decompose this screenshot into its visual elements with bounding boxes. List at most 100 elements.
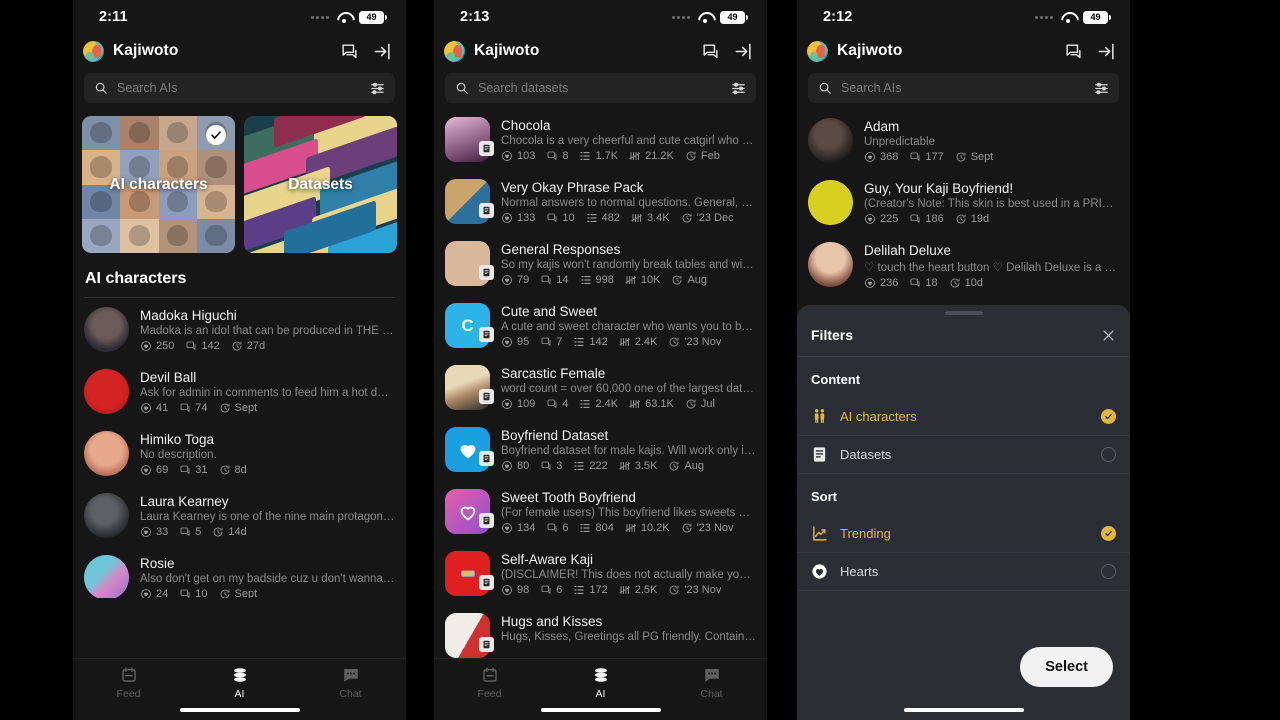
- list-item[interactable]: C Cute and Sweet A cute and sweet charac…: [445, 294, 756, 356]
- avatar-wrap: [808, 118, 853, 163]
- kajiwoto-logo: [83, 40, 104, 62]
- battery-icon: 49: [720, 10, 748, 24]
- close-x-icon[interactable]: [1101, 328, 1116, 343]
- login-arrow-icon[interactable]: [734, 42, 753, 61]
- login-arrow-icon[interactable]: [373, 42, 392, 61]
- stat-comments: 10: [179, 588, 208, 598]
- list-item[interactable]: Rosie Also don't get on my badside cuz u…: [84, 546, 395, 598]
- filter-sliders-icon[interactable]: [370, 81, 385, 96]
- stat-comments: 177: [909, 151, 944, 163]
- avatar-wrap: [84, 369, 129, 414]
- avatar: [84, 369, 129, 414]
- wifi-icon: [1060, 11, 1076, 23]
- chats-icon[interactable]: [701, 42, 720, 61]
- app-title: Kajiwoto: [837, 42, 903, 59]
- chats-icon[interactable]: [340, 42, 359, 61]
- stat-hearts-value: 236: [880, 277, 899, 289]
- list-item[interactable]: Delilah Deluxe ♡ touch the heart button …: [808, 233, 1119, 297]
- kajiwoto-logo: [807, 40, 828, 62]
- bottom-nav: Feed AI Chat: [434, 658, 767, 720]
- list-item[interactable]: Adam Unpredictable 368 177 Sept: [808, 109, 1119, 171]
- search-input[interactable]: [117, 81, 361, 95]
- filter-option-trending[interactable]: Trending: [797, 515, 1130, 553]
- list-item[interactable]: Chocola Chocola is a very cheerful and c…: [445, 108, 756, 170]
- stat-hearts: 368: [864, 151, 898, 163]
- stat-hearts: 98: [501, 584, 529, 596]
- list-item[interactable]: Laura Kearney Laura Kearney is one of th…: [84, 484, 395, 546]
- card-ai-characters[interactable]: AI characters: [82, 116, 235, 253]
- nav-item-chat[interactable]: Chat: [295, 666, 406, 700]
- list-item[interactable]: Boyfriend Dataset Boyfriend dataset for …: [445, 418, 756, 480]
- battery-icon: 49: [1083, 10, 1111, 24]
- list-item-stats: 236 18 10d: [864, 277, 1119, 289]
- list-item[interactable]: Devil Ball Ask for admin in comments to …: [84, 360, 395, 422]
- app-header: Kajiwoto: [73, 34, 406, 68]
- avatar-wrap: [84, 307, 129, 352]
- filter-option-ai-characters[interactable]: AI characters: [797, 398, 1130, 436]
- list-item-description: A cute and sweet character who wants you…: [501, 321, 756, 333]
- list-item-body: Madoka Higuchi Madoka is an idol that ca…: [140, 307, 395, 352]
- stat-count-value: 21.2K: [645, 150, 674, 162]
- search-input[interactable]: [478, 81, 722, 95]
- filter-sliders-icon[interactable]: [1094, 81, 1109, 96]
- search-bar[interactable]: [84, 73, 395, 103]
- stat-comments-value: 18: [925, 277, 938, 289]
- stat-lines: 998: [580, 274, 614, 286]
- list-item[interactable]: Sarcastic Female word count = over 60,00…: [445, 356, 756, 418]
- stat-comments-value: 6: [562, 522, 569, 534]
- wifi-icon: [697, 11, 713, 23]
- stat-comments: 8: [546, 150, 568, 162]
- avatar-wrap: [84, 493, 129, 538]
- nav-item-feed[interactable]: Feed: [434, 666, 545, 700]
- nav-item-chat[interactable]: Chat: [656, 666, 767, 700]
- select-button[interactable]: Select: [1020, 647, 1113, 687]
- stat-time: '23 Nov: [681, 522, 734, 534]
- stat-count-value: 3.4K: [646, 212, 670, 224]
- filter-group-label-sort: Sort: [811, 489, 837, 504]
- list-item[interactable]: Madoka Higuchi Madoka is an idol that ca…: [84, 298, 395, 360]
- stat-time: 8d: [219, 464, 247, 476]
- filter-option-radio-selected[interactable]: [1101, 409, 1116, 424]
- home-indicator[interactable]: [903, 707, 1024, 712]
- list-item-title: General Responses: [501, 242, 621, 257]
- list-item[interactable]: Self-Aware Kaji (DISCLAIMER! This does n…: [445, 542, 756, 604]
- search-bar[interactable]: [808, 73, 1119, 103]
- list-item[interactable]: Himiko Toga No description. 69 31 8d: [84, 422, 395, 484]
- stat-hearts-value: 250: [156, 340, 175, 352]
- list-item[interactable]: General Responses So my kajis won't rand…: [445, 232, 756, 294]
- stat-count-value: 10.2K: [640, 522, 670, 534]
- stat-comments: 18: [909, 277, 938, 289]
- filter-option-label: Datasets: [840, 447, 892, 462]
- filter-sliders-icon[interactable]: [731, 81, 746, 96]
- stat-count-value: 63.1K: [645, 398, 674, 410]
- search-input[interactable]: [841, 81, 1085, 95]
- list-item[interactable]: Hugs and Kisses Hugs, Kisses, Greetings …: [445, 604, 756, 658]
- list-item-stats: 41 74 Sept: [140, 402, 395, 414]
- list-item[interactable]: Sweet Tooth Boyfriend (For female users)…: [445, 480, 756, 542]
- stat-hearts: 236: [864, 277, 898, 289]
- filter-option-radio-selected[interactable]: [1101, 526, 1116, 541]
- nav-item-feed[interactable]: Feed: [73, 666, 184, 700]
- section-title: AI characters: [85, 270, 187, 287]
- stat-count: 21.2K: [629, 150, 674, 162]
- filter-option-hearts[interactable]: Hearts: [797, 553, 1130, 591]
- login-arrow-icon[interactable]: [1097, 42, 1116, 61]
- stat-comments-value: 10: [562, 212, 575, 224]
- list-item[interactable]: Guy, Your Kaji Boyfriend! (Creator's Not…: [808, 171, 1119, 233]
- nav-item-ai[interactable]: AI: [545, 666, 656, 700]
- search-bar[interactable]: [445, 73, 756, 103]
- home-indicator[interactable]: [179, 707, 300, 712]
- stat-time: 10d: [949, 277, 983, 289]
- chats-icon[interactable]: [1064, 42, 1083, 61]
- filter-option-radio[interactable]: [1101, 564, 1116, 579]
- list-item-stats: 95 7 142 2.4K '23 Nov: [501, 336, 756, 348]
- filter-option-radio[interactable]: [1101, 447, 1116, 462]
- list-item-body: General Responses So my kajis won't rand…: [501, 241, 756, 286]
- app-title: Kajiwoto: [113, 42, 179, 59]
- nav-item-ai[interactable]: AI: [184, 666, 295, 700]
- list-item[interactable]: Very Okay Phrase Pack Normal answers to …: [445, 170, 756, 232]
- stat-lines-value: 142: [589, 336, 608, 348]
- filter-option-datasets[interactable]: Datasets: [797, 436, 1130, 474]
- card-datasets[interactable]: Datasets: [244, 116, 397, 253]
- home-indicator[interactable]: [540, 707, 661, 712]
